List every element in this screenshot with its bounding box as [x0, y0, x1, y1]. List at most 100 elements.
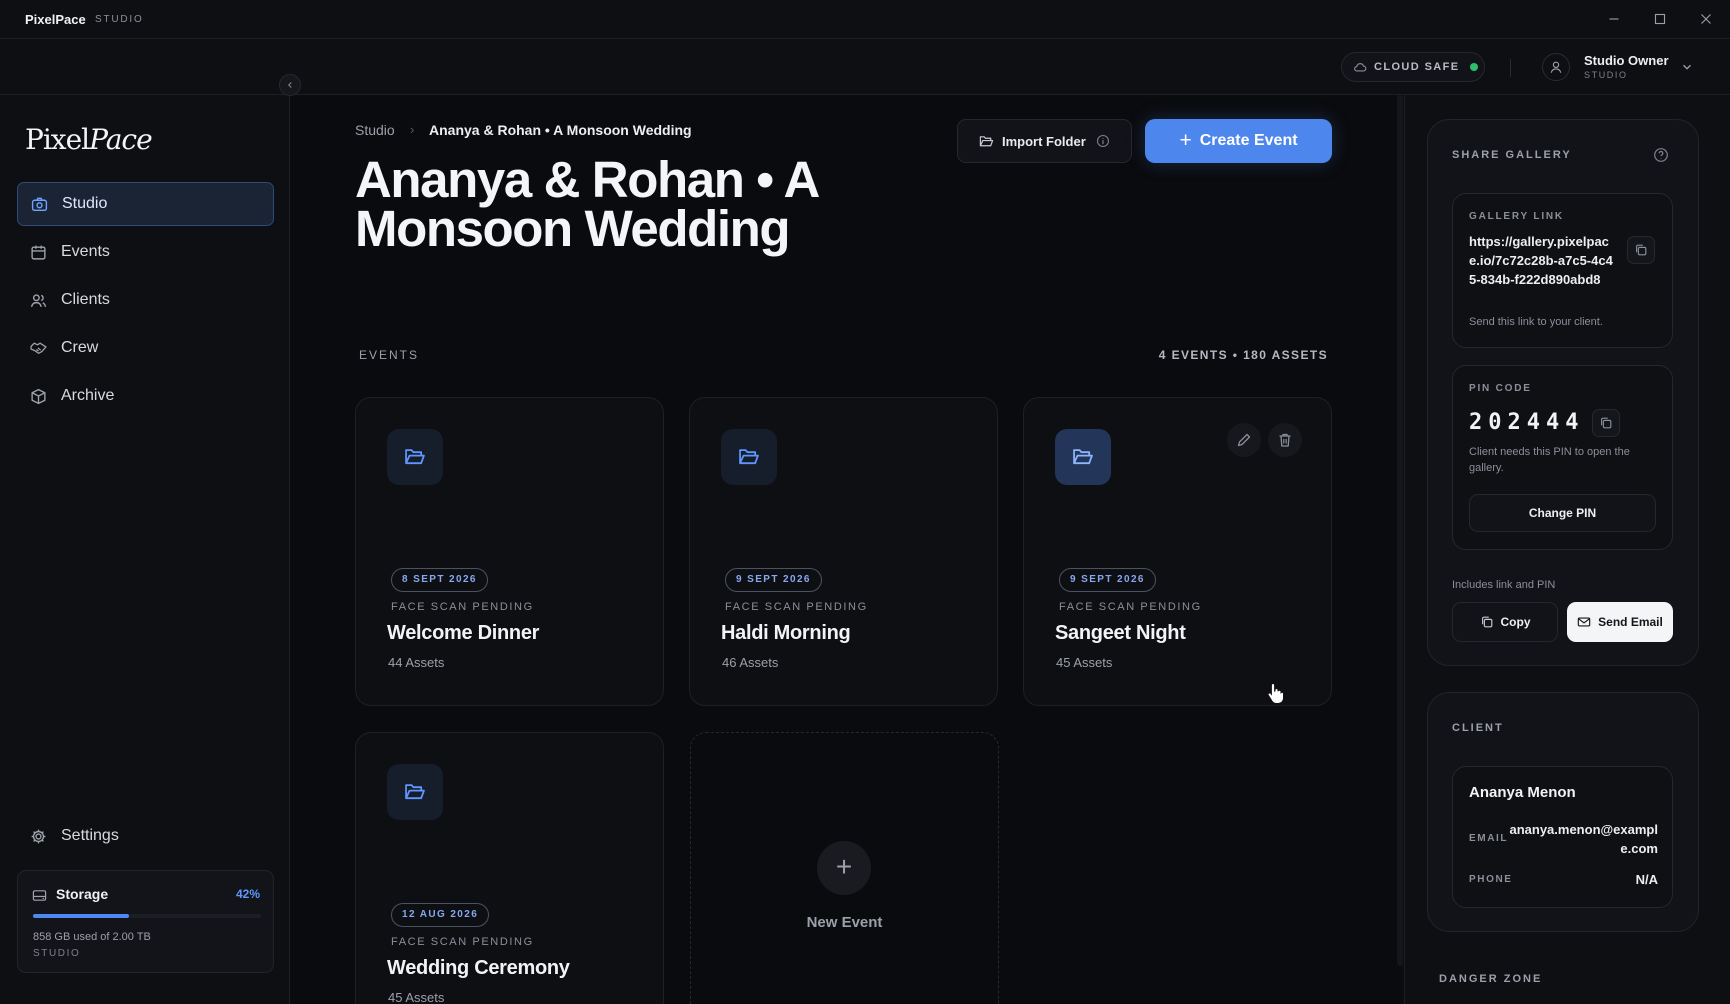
- client-phone-label: PHONE: [1469, 874, 1513, 885]
- cloud-status-text: CLOUD SAFE: [1374, 61, 1460, 73]
- sidebar-item-label: Clients: [61, 291, 110, 308]
- info-icon[interactable]: [1096, 134, 1110, 148]
- camera-icon: [31, 196, 48, 213]
- new-event-label: New Event: [806, 914, 883, 931]
- client-phone: N/A: [1635, 872, 1658, 887]
- hand-cursor-icon: [1267, 682, 1284, 704]
- sidebar-item-label: Crew: [61, 339, 99, 356]
- close-icon[interactable]: [1697, 10, 1715, 28]
- event-name: Wedding Ceremony: [387, 957, 570, 979]
- top-header: CLOUD SAFE Studio Owner STUDIO: [0, 39, 1730, 95]
- cloud-icon: [1353, 60, 1367, 74]
- events-section-label: EVENTS: [359, 348, 420, 362]
- sidebar-item-label: Archive: [61, 387, 115, 404]
- share-gallery-title: SHARE GALLERY: [1452, 149, 1572, 161]
- storage-used-text: 858 GB used of 2.00 TB: [33, 931, 151, 943]
- settings-label: Settings: [61, 827, 119, 844]
- pin-code-value: 202444: [1469, 410, 1585, 435]
- create-event-label: Create Event: [1199, 132, 1298, 149]
- send-email-button[interactable]: Send Email: [1567, 602, 1673, 642]
- breadcrumb-current: Ananya & Rohan • A Monsoon Wedding: [429, 122, 692, 138]
- danger-zone-title: DANGER ZONE: [1439, 973, 1543, 985]
- gallery-link-label: GALLERY LINK: [1469, 211, 1564, 222]
- event-card[interactable]: 9 SEPT 2026 FACE SCAN PENDING Sangeet Ni…: [1023, 397, 1332, 706]
- event-card[interactable]: 12 AUG 2026 FACE SCAN PENDING Wedding Ce…: [355, 732, 664, 1004]
- import-folder-label: Import Folder: [1002, 133, 1086, 149]
- main-scrollbar[interactable]: [1397, 95, 1403, 966]
- event-date-badge: 9 SEPT 2026: [1059, 568, 1156, 592]
- sidebar-item-settings[interactable]: Settings: [17, 817, 274, 855]
- folder-open-icon: [387, 764, 443, 820]
- sidebar-item-studio[interactable]: Studio: [17, 182, 274, 226]
- window-app-name: PixelPace: [25, 12, 86, 27]
- pin-code-label: PIN CODE: [1469, 383, 1532, 394]
- breadcrumb-root[interactable]: Studio: [355, 122, 395, 138]
- events-count: 4 EVENTS • 180 ASSETS: [1158, 348, 1328, 362]
- sidebar-item-label: Studio: [62, 195, 108, 212]
- handshake-icon: [30, 340, 47, 357]
- storage-progress-fill: [33, 914, 129, 918]
- includes-note: Includes link and PIN: [1452, 579, 1556, 591]
- cloud-status-dot: [1469, 63, 1478, 71]
- event-assets: 44 Assets: [388, 655, 445, 670]
- create-event-button[interactable]: + Create Event: [1145, 119, 1332, 163]
- sidebar-item-crew[interactable]: Crew: [17, 326, 274, 370]
- collapse-sidebar-button[interactable]: [279, 74, 301, 96]
- copy-icon: [1480, 615, 1494, 629]
- event-date-badge: 12 AUG 2026: [391, 903, 490, 927]
- window-titlebar: PixelPace STUDIO: [0, 0, 1730, 39]
- copy-pin-icon[interactable]: [1592, 409, 1620, 437]
- plus-icon: +: [817, 841, 871, 895]
- gear-icon: [30, 828, 47, 845]
- drive-icon: [32, 888, 47, 903]
- copy-link-icon[interactable]: [1627, 236, 1655, 264]
- minimize-icon[interactable]: [1605, 10, 1623, 28]
- change-pin-button[interactable]: Change PIN: [1469, 494, 1656, 532]
- event-assets: 45 Assets: [388, 990, 445, 1004]
- event-date-badge: 9 SEPT 2026: [725, 568, 822, 592]
- cloud-status-badge: CLOUD SAFE: [1341, 52, 1485, 82]
- folder-open-icon: [979, 134, 994, 149]
- event-assets: 46 Assets: [722, 655, 779, 670]
- folder-open-icon: [721, 429, 777, 485]
- user-icon: [1542, 53, 1570, 81]
- storage-progress-bar: [33, 914, 261, 918]
- storage-tier: STUDIO: [33, 948, 81, 959]
- event-card[interactable]: 8 SEPT 2026 FACE SCAN PENDING Welcome Di…: [355, 397, 664, 706]
- help-icon[interactable]: [1653, 147, 1669, 163]
- pin-code-note: Client needs this PIN to open the galler…: [1469, 446, 1630, 474]
- event-status: FACE SCAN PENDING: [725, 601, 868, 613]
- storage-widget: Storage 42% 858 GB used of 2.00 TB STUDI…: [17, 870, 274, 973]
- new-event-card[interactable]: + New Event: [690, 732, 999, 1004]
- user-menu[interactable]: Studio Owner STUDIO: [1538, 48, 1714, 86]
- client-title: CLIENT: [1452, 722, 1504, 734]
- client-email[interactable]: ananya.menon@example.com: [1508, 820, 1658, 858]
- storage-percent: 42%: [235, 887, 260, 901]
- event-date-badge: 8 SEPT 2026: [391, 568, 488, 592]
- calendar-icon: [30, 244, 47, 261]
- event-status: FACE SCAN PENDING: [391, 601, 534, 613]
- user-name: Studio Owner: [1584, 53, 1669, 68]
- sidebar-item-label: Events: [61, 243, 110, 260]
- import-folder-button[interactable]: Import Folder: [957, 119, 1132, 163]
- send-email-label: Send Email: [1598, 615, 1663, 629]
- sidebar-item-events[interactable]: Events: [17, 230, 274, 274]
- folder-open-icon: [387, 429, 443, 485]
- sidebar-item-clients[interactable]: Clients: [17, 278, 274, 322]
- folder-open-icon: [1055, 429, 1111, 485]
- sidebar-item-archive[interactable]: Archive: [17, 374, 274, 418]
- maximize-icon[interactable]: [1651, 10, 1669, 28]
- box-icon: [30, 388, 47, 405]
- logo: PixelPace: [25, 123, 153, 156]
- trash-icon[interactable]: [1268, 423, 1302, 457]
- chevron-down-icon: [1680, 60, 1694, 74]
- plus-icon: +: [1179, 129, 1192, 152]
- copy-label: Copy: [1500, 615, 1531, 629]
- copy-button[interactable]: Copy: [1452, 602, 1558, 642]
- users-icon: [30, 292, 47, 309]
- event-card[interactable]: 9 SEPT 2026 FACE SCAN PENDING Haldi Morn…: [689, 397, 998, 706]
- gallery-link-text[interactable]: https://gallery.pixelpace.io/7c72c28b-a7…: [1469, 232, 1619, 289]
- edit-icon[interactable]: [1227, 423, 1261, 457]
- event-name: Haldi Morning: [721, 622, 851, 644]
- user-role: STUDIO: [1584, 70, 1628, 80]
